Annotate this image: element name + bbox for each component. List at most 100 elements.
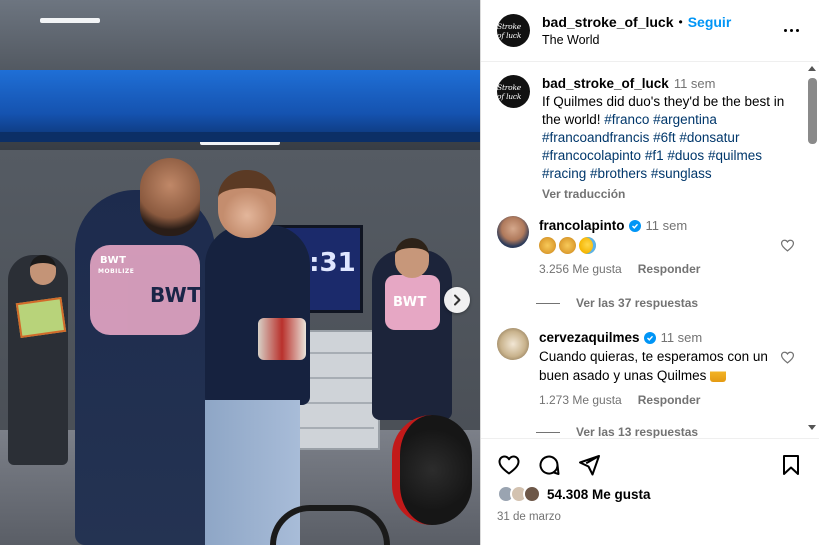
separator-dot: • [678,15,683,29]
hashtag-link[interactable]: #argentina [653,112,717,127]
instagram-post-view: 3:31 BWT BWT BWT MOBILIZE Stroke of luck… [0,0,819,545]
action-bar [497,453,803,479]
post-caption: Stroke of luck bad_stroke_of_luck 11 sem … [497,75,787,203]
post-side-panel: Stroke of luck bad_stroke_of_luck • Segu… [480,0,819,545]
comment-body: cervezaquilmes 11 sem Cuando quieras, te… [539,328,803,410]
photo-blue-beam [0,70,480,132]
reply-button[interactable]: Responder [638,391,701,410]
hashtag-link[interactable]: #f1 [645,148,664,163]
photo-shirt-text: BWT [100,255,127,266]
like-comment-heart-icon[interactable] [780,238,795,253]
like-comment-heart-icon[interactable] [780,350,795,365]
photo-tire [392,415,472,525]
comment-item: cervezaquilmes 11 sem Cuando quieras, te… [497,328,803,410]
likes-count[interactable]: 54.308 Me gusta [547,487,651,502]
post-photo[interactable]: 3:31 BWT BWT BWT MOBILIZE [0,0,480,545]
caption-body: bad_stroke_of_luck 11 sem If Quilmes did … [542,75,787,203]
photo-person-left-head [30,255,56,285]
beer-mugs-emoji-icon [710,368,727,382]
crying-laughing-emoji-icon [579,237,596,254]
replies-line [536,302,560,304]
hashtag-link[interactable]: #franco [604,112,649,127]
author-info: bad_stroke_of_luck • Seguir The World [542,14,779,47]
photo-young-man-head [218,170,276,238]
hashtag-link[interactable]: #donsatur [679,130,739,145]
clapping-hands-emoji-icon [559,237,576,254]
comment-meta: 3.256 Me gusta Responder [539,260,803,279]
photo-mechanic-big [75,190,215,545]
comment-body: francolapinto 11 sem 3.256 Me gusta Resp… [539,216,803,279]
post-location[interactable]: The World [542,33,779,47]
photo-young-man [205,225,310,545]
hashtag-link[interactable]: #francocolapinto [542,148,641,163]
follow-button[interactable]: Seguir [688,14,732,30]
hashtag-link[interactable]: #sunglass [651,166,712,181]
likes-summary[interactable]: 54.308 Me gusta [497,485,651,503]
more-options-button[interactable] [779,29,803,32]
comment-text-wrap: Cuando quieras, te esperamos con un buen… [539,347,771,385]
chevron-right-icon [454,294,461,306]
comment-text: Cuando quieras, te esperamos con un buen… [539,349,768,383]
photo-mechanic-right-shirt: BWT [385,275,440,330]
post-date[interactable]: 31 de marzo [497,511,561,523]
liker-avatar [523,485,541,503]
hashtag-link[interactable]: #duos [667,148,704,163]
comment-likes[interactable]: 3.256 Me gusta [539,260,622,279]
photo-beer-cans [258,318,306,360]
like-heart-icon[interactable] [497,453,521,477]
caption-author-avatar[interactable]: Stroke of luck [497,75,530,108]
next-photo-button[interactable] [444,287,470,313]
photo-person-left [8,255,68,465]
commenter-avatar[interactable] [497,216,529,248]
more-dot-icon [795,29,799,32]
caption-time[interactable]: 11 sem [674,76,716,91]
reply-button[interactable]: Responder [638,260,701,279]
view-replies-button[interactable]: Ver las 37 respuestas [536,296,698,310]
avatar-logo-text: Stroke of luck [497,82,522,101]
comments-scroll-area[interactable]: Stroke of luck bad_stroke_of_luck 11 sem … [481,63,819,438]
view-replies-label: Ver las 37 respuestas [576,296,699,310]
hashtag-link[interactable]: #francoandfrancis [542,130,649,145]
scroll-up-arrow-icon[interactable] [808,66,816,71]
clapping-hands-emoji-icon [539,237,556,254]
hashtag-link[interactable]: #6ft [653,130,676,145]
comment-item: francolapinto 11 sem 3.256 Me gusta Resp… [497,216,803,279]
commenter-username[interactable]: cervezaquilmes [539,328,640,347]
verified-badge-icon [643,331,656,344]
photo-folder [15,296,67,339]
photo-shirt-text: BWT [393,295,427,310]
view-replies-button[interactable]: Ver las 13 respuestas [536,425,698,438]
comment-time[interactable]: 11 sem [661,328,703,347]
view-replies-label: Ver las 13 respuestas [576,425,699,438]
author-username[interactable]: bad_stroke_of_luck [542,14,674,30]
comment-time[interactable]: 11 sem [646,216,688,235]
photo-mechanic-big-head [140,158,200,236]
save-bookmark-icon[interactable] [779,453,803,477]
author-avatar[interactable]: Stroke of luck [497,14,530,47]
verified-badge-icon [628,219,641,232]
comment-emojis [539,237,803,254]
comment-bubble-icon[interactable] [537,453,561,477]
caption-username[interactable]: bad_stroke_of_luck [542,76,669,91]
post-footer: 54.308 Me gusta 31 de marzo [481,438,819,545]
photo-blue-beam-edge [0,132,480,142]
hashtag-link[interactable]: #racing [542,166,586,181]
photo-shirt-text: BWT [150,283,202,307]
scrollbar-thumb[interactable] [808,78,817,144]
hashtag-link[interactable]: #quilmes [708,148,762,163]
replies-line [536,431,560,433]
commenter-username[interactable]: francolapinto [539,216,625,235]
hashtag-link[interactable]: #brothers [590,166,647,181]
photo-light [40,18,100,23]
commenter-avatar[interactable] [497,328,529,360]
photo-shirt-text: MOBILIZE [98,268,135,275]
more-dot-icon [789,29,793,32]
comment-likes[interactable]: 1.273 Me gusta [539,391,622,410]
photo-hose [270,505,390,545]
photo-mechanic-right-head [395,238,429,278]
scroll-down-arrow-icon[interactable] [808,425,816,430]
share-paper-plane-icon[interactable] [577,453,601,477]
post-header: Stroke of luck bad_stroke_of_luck • Segu… [481,0,819,62]
comment-meta: 1.273 Me gusta Responder [539,391,803,410]
see-translation-link[interactable]: Ver traducción [542,185,787,203]
